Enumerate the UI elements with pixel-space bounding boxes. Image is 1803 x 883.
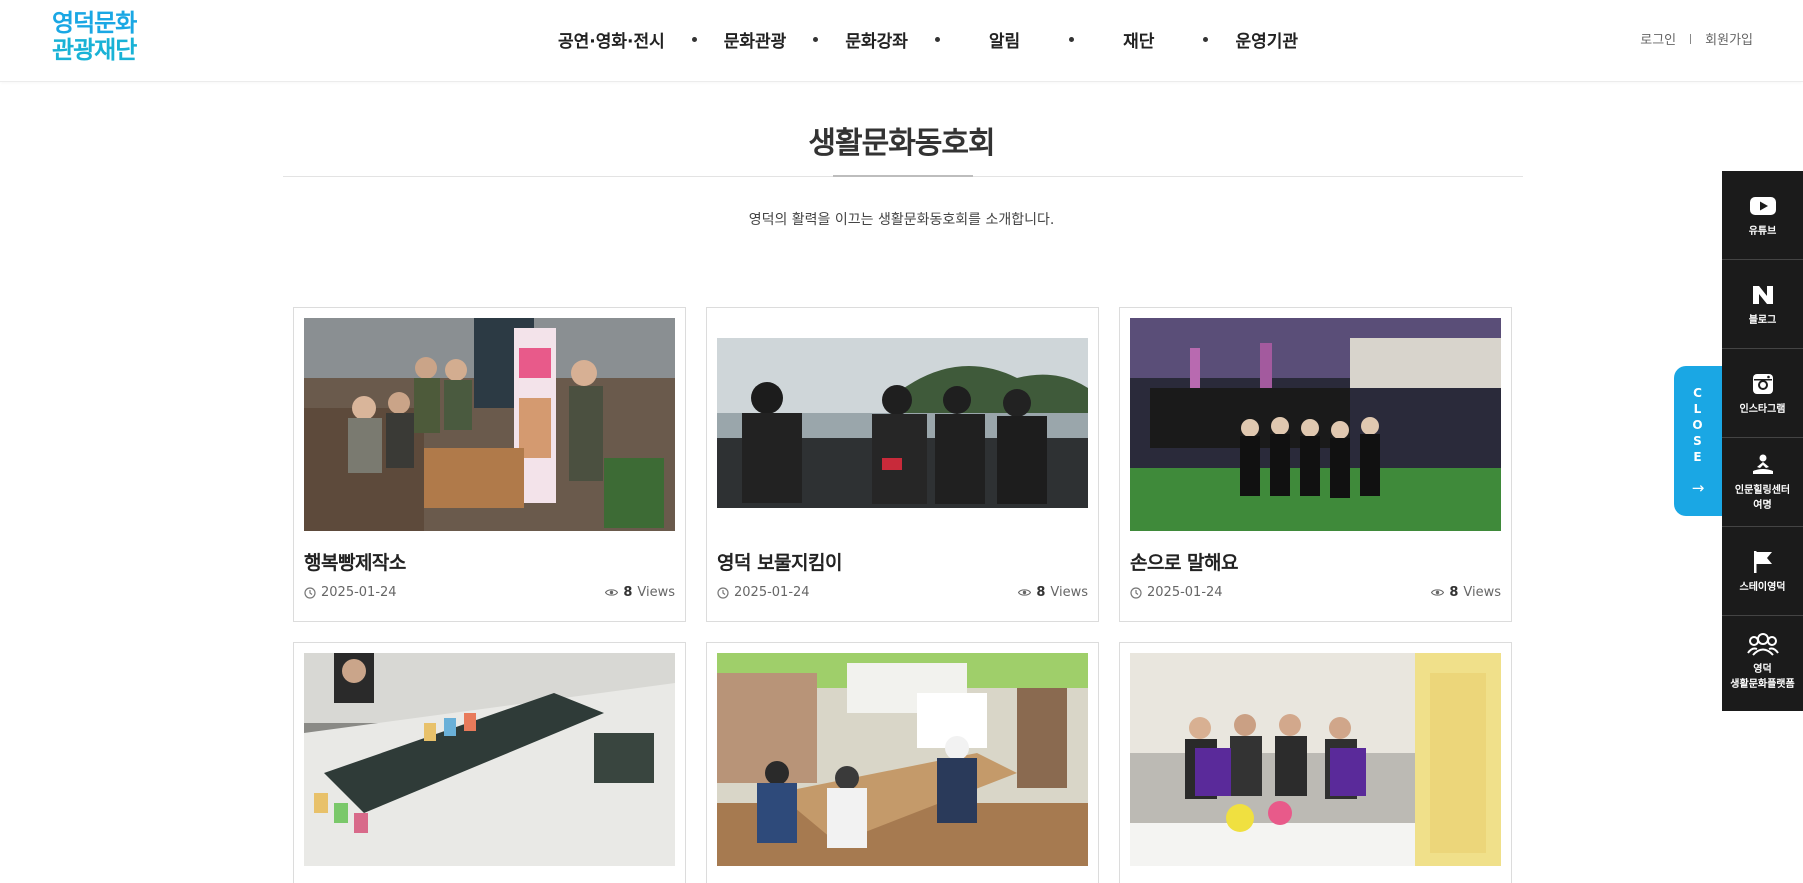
login-link[interactable]: 로그인 [1640,29,1676,48]
club-card-title[interactable]: 영덕 보물지킴이 [717,548,842,575]
club-card[interactable] [1119,642,1512,883]
quick-menu-label: 스테이영덕 [1739,581,1786,593]
club-card-views: 8 Views [1018,585,1088,600]
youtube-icon [1749,192,1776,220]
club-thumbnail-sign-language[interactable] [1130,318,1501,531]
title-accent-line [833,175,973,177]
eye-icon [1431,589,1445,596]
club-thumbnail-bakery[interactable] [304,318,675,531]
quick-menu-label: 영덕 생활문화플랫폼 [1730,663,1795,690]
club-card-date: 2025-01-24 [717,585,810,600]
nav-separator-dot [1069,36,1075,42]
club-card-date-text: 2025-01-24 [1147,585,1223,600]
club-thumbnail-classroom[interactable] [717,653,1088,866]
page-title: 생활문화동호회 [808,126,995,161]
quick-menu-label: 인문힐링센터 여명 [1734,485,1791,511]
flag-icon [1752,548,1774,576]
main-navigation: 공연·영화·전시 문화관광 문화강좌 알림 재단 운영기관 [558,24,1298,54]
arrow-right-icon: → [1691,479,1705,497]
club-card-views: 8 Views [605,585,675,600]
signup-link[interactable]: 회원가입 [1705,29,1753,48]
quick-menu-healing-center[interactable]: 인문힐링센터 여명 [1722,438,1803,527]
club-card-view-count: 8 [1449,585,1459,600]
club-card-meta: 2025-01-24 8 Views [304,585,675,600]
club-card-date: 2025-01-24 [304,585,397,600]
club-card-date-text: 2025-01-24 [321,585,397,600]
club-card-view-unit: Views [1463,585,1501,600]
club-thumbnail-tarot[interactable] [304,653,675,866]
club-card-view-count: 8 [623,585,633,600]
club-card[interactable]: 행복빵제작소 2025-01-24 8 Views [293,307,686,622]
nav-item-performance[interactable]: 공연·영화·전시 [558,27,665,52]
quick-menu-culture-platform[interactable]: 영덕 생활문화플랫폼 [1722,616,1803,705]
club-card-view-unit: Views [637,585,675,600]
nav-separator-dot [934,36,940,42]
nav-separator-dot [1203,36,1209,42]
club-card-view-unit: Views [1050,585,1088,600]
club-card-view-count: 8 [1036,585,1046,600]
page-subtitle: 영덕의 활력을 이끄는 생활문화동호회를 소개합니다. [748,212,1055,228]
clock-icon [304,586,316,599]
nav-separator-dot [813,36,819,42]
club-card[interactable] [706,642,1099,883]
club-card[interactable]: 영덕 보물지킴이 2025-01-24 8 Views [706,307,1099,622]
site-header: 영덕문화 관광재단 공연·영화·전시 문화관광 문화강좌 알림 재단 운영기관 … [0,0,1803,82]
club-card-date: 2025-01-24 [1130,585,1223,600]
club-card[interactable] [293,642,686,883]
nav-item-tourism[interactable]: 문화관광 [724,27,787,52]
nav-item-foundation[interactable]: 재단 [1123,27,1154,52]
quick-menu-close-button[interactable]: CLOSE → [1674,366,1722,516]
foundation-logo[interactable]: 영덕문화 관광재단 [52,10,152,66]
quick-menu-close-label: CLOSE [1692,386,1704,464]
quick-menu-label: 인스타그램 [1739,403,1786,415]
quick-menu: 유튜브 블로그 인스타그램 인문힐링센터 여명 스테이영덕 영덕 생활문화플랫폼 [1722,171,1803,711]
quick-menu-stay-yeongdeok[interactable]: 스테이영덕 [1722,527,1803,616]
club-card-meta: 2025-01-24 8 Views [717,585,1088,600]
quick-menu-label: 유튜브 [1748,225,1777,237]
club-card-date-text: 2025-01-24 [734,585,810,600]
quick-menu-blog[interactable]: 블로그 [1722,260,1803,349]
quick-menu-label: 블로그 [1748,314,1777,326]
quick-menu-youtube[interactable]: 유튜브 [1722,171,1803,260]
people-icon [1746,630,1779,658]
nav-item-lectures[interactable]: 문화강좌 [845,27,908,52]
club-card-meta: 2025-01-24 8 Views [1130,585,1501,600]
meditation-icon [1750,451,1776,479]
club-card-views: 8 Views [1431,585,1501,600]
logo-text-line2: 관광재단 [52,36,137,64]
club-card-title[interactable]: 손으로 말해요 [1130,548,1239,575]
utility-divider [1690,33,1692,44]
clock-icon [717,586,729,599]
club-card[interactable]: 손으로 말해요 2025-01-24 8 Views [1119,307,1512,622]
eye-icon [605,589,619,596]
quick-menu-instagram[interactable]: 인스타그램 [1722,349,1803,438]
logo-text-line1: 영덕문화 [52,9,137,37]
club-thumbnail-poetry[interactable] [1130,653,1501,866]
nav-item-operating-org[interactable]: 운영기관 [1235,27,1298,52]
instagram-icon [1752,370,1774,398]
user-utility-links: 로그인 회원가입 [1640,29,1753,48]
eye-icon [1018,589,1032,596]
nav-separator-dot [691,36,697,42]
naver-blog-icon [1752,281,1774,309]
club-thumbnail-diving[interactable] [717,318,1088,531]
nav-item-notice[interactable]: 알림 [989,27,1020,52]
club-card-title[interactable]: 행복빵제작소 [304,548,406,575]
clock-icon [1130,586,1142,599]
